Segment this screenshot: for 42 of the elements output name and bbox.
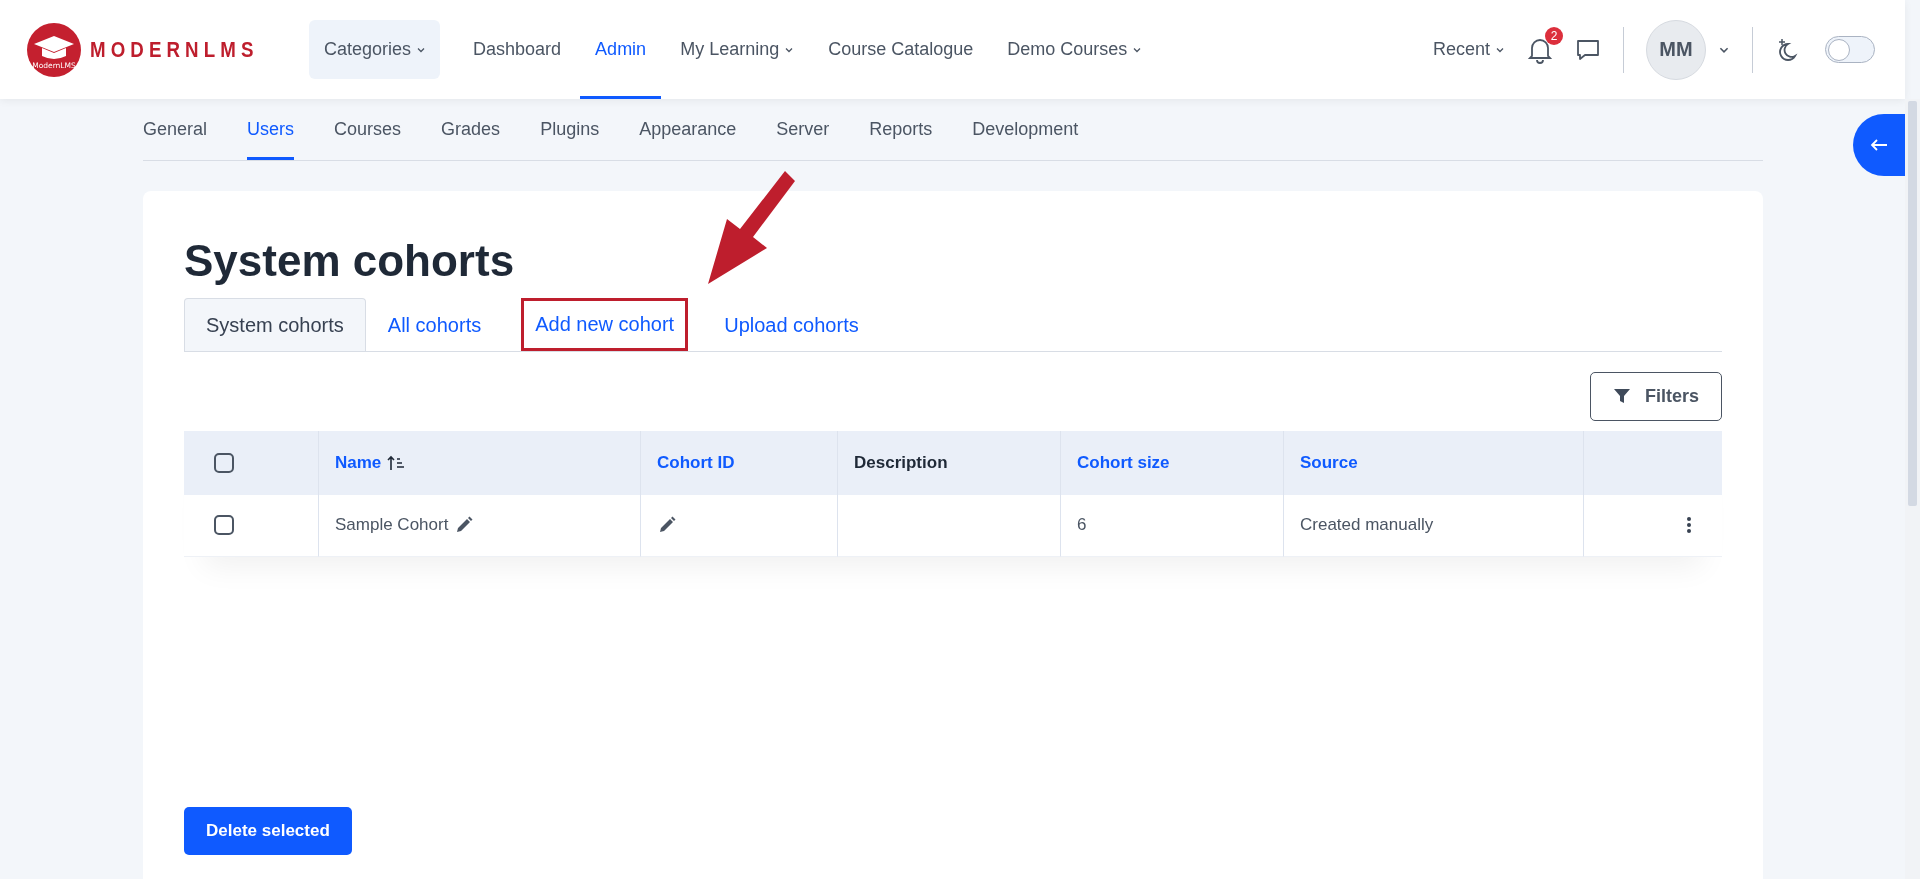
sort-ascending-icon[interactable] [387, 454, 406, 471]
logo-wordmark: MODERNLMS [90, 36, 259, 63]
nav-link[interactable]: Admin [580, 0, 662, 99]
recent-menu[interactable]: Recent [1432, 39, 1505, 60]
column-header: Description [854, 452, 948, 473]
select-all-checkbox[interactable] [214, 452, 234, 473]
nav-link[interactable]: Course Catalogue [813, 0, 989, 99]
nav-link[interactable]: Categories [309, 20, 441, 79]
cohort-tab[interactable]: All cohorts [365, 297, 504, 351]
page-title: System cohorts [184, 235, 516, 287]
nav-link[interactable]: Dashboard [458, 0, 577, 99]
admin-tab[interactable]: Courses [334, 99, 402, 160]
table-cell: Sample Cohort [335, 515, 449, 536]
user-avatar[interactable]: MM [1646, 19, 1706, 80]
arrow-left-icon [1870, 138, 1888, 152]
admin-tab[interactable]: Plugins [540, 99, 600, 160]
filters-button[interactable]: Filters [1589, 371, 1722, 421]
column-header[interactable]: Source [1300, 452, 1358, 473]
delete-selected-button[interactable]: Delete selected [184, 806, 352, 855]
admin-tab[interactable]: General [143, 99, 208, 160]
drawer-toggle-button[interactable] [1853, 114, 1905, 176]
column-header[interactable]: Cohort ID [657, 452, 735, 473]
column-header[interactable]: Cohort size [1077, 452, 1170, 473]
nav-link[interactable]: My Learning [665, 0, 810, 99]
admin-tab[interactable]: Appearance [639, 99, 737, 160]
admin-tab[interactable]: Grades [441, 99, 501, 160]
column-header[interactable]: Name [335, 452, 382, 473]
notification-count-badge: 2 [1545, 26, 1563, 45]
cohort-tab[interactable]: Upload cohorts [702, 297, 881, 351]
more-options-icon[interactable] [1686, 515, 1692, 536]
admin-tab[interactable]: Server [776, 99, 830, 160]
admin-tab[interactable]: Reports [869, 99, 933, 160]
row-checkbox[interactable] [214, 515, 234, 536]
nav-link[interactable]: Demo Courses [992, 0, 1158, 99]
table-cell: 6 [1077, 515, 1087, 536]
admin-tab[interactable]: Users [247, 99, 295, 160]
cohort-tab[interactable]: System cohorts [184, 297, 366, 351]
admin-tab[interactable]: Development [972, 99, 1079, 160]
funnel-icon [1612, 387, 1631, 406]
dark-mode-toggle[interactable] [1825, 36, 1875, 63]
table-cell: Created manually [1300, 515, 1434, 536]
cohort-tab[interactable]: Add new cohort [521, 297, 689, 351]
